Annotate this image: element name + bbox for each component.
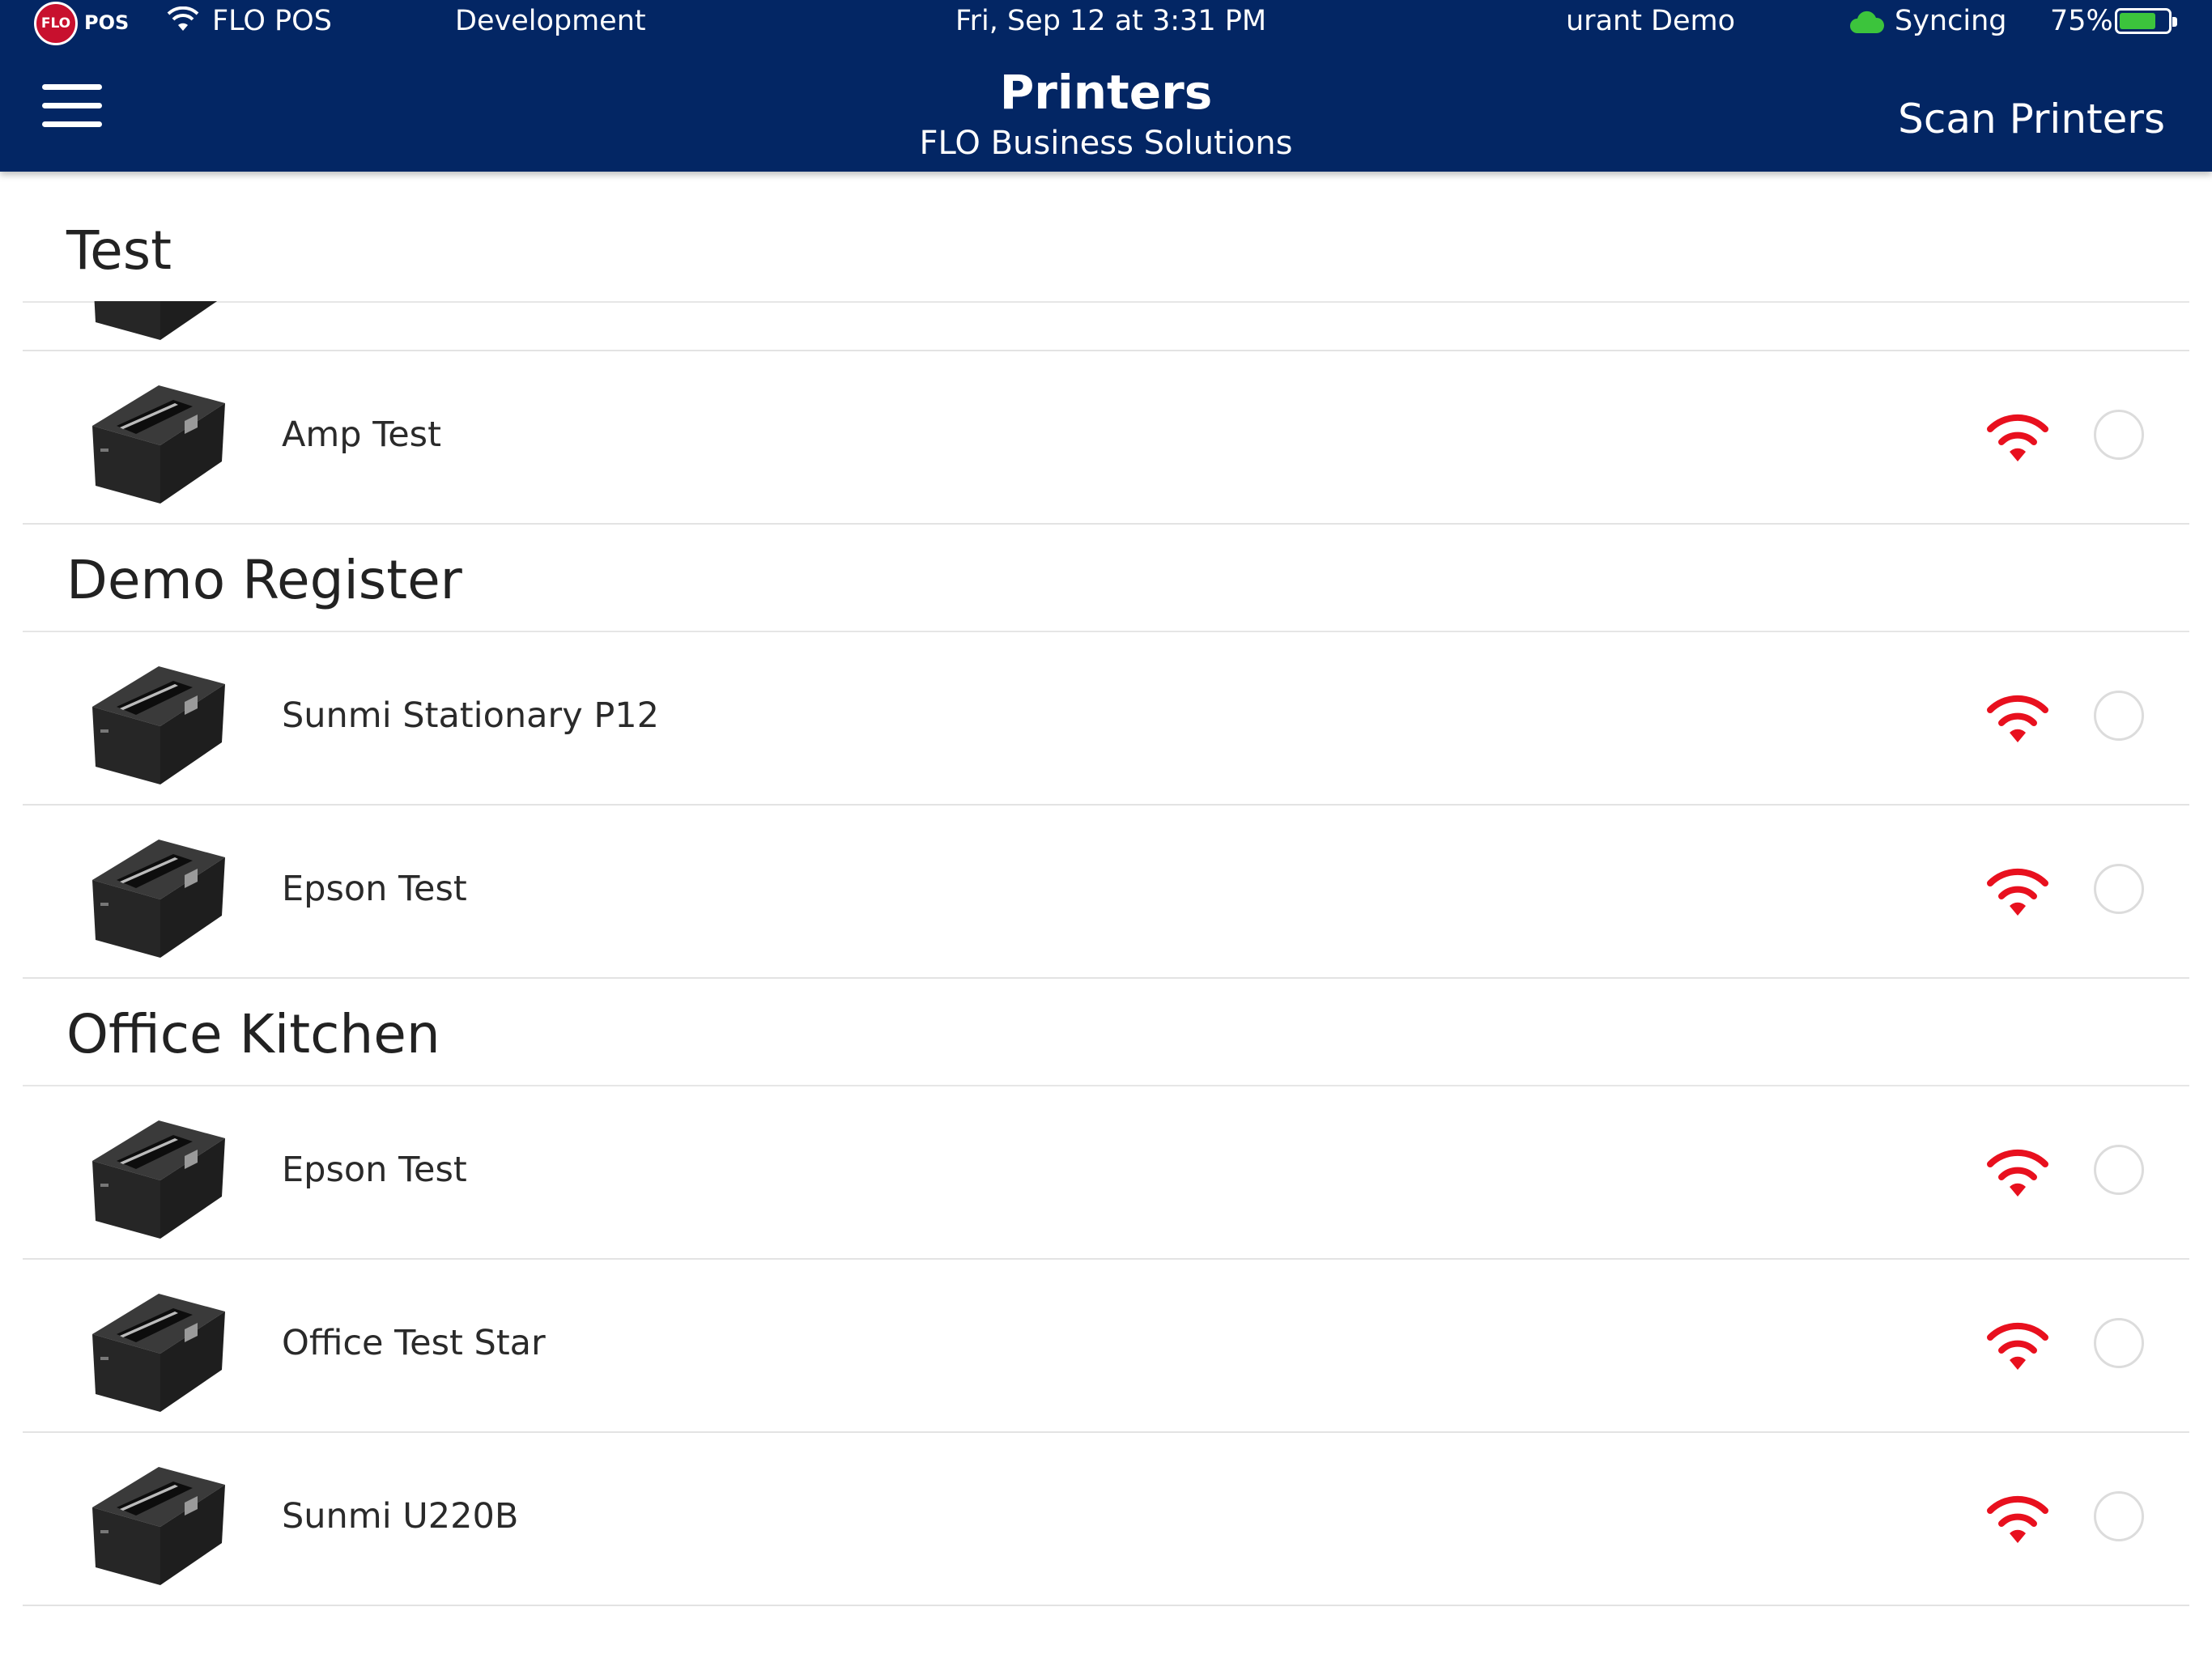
receipt-printer-icon (87, 822, 233, 959)
printer-name: Sunmi Stationary P12 (282, 695, 659, 736)
select-printer-radio[interactable] (2094, 1145, 2144, 1195)
battery-nub (2172, 17, 2177, 27)
wifi-icon (1985, 865, 2050, 917)
select-printer-radio[interactable] (2094, 691, 2144, 741)
printer-row[interactable]: Sunmi Stationary P12 (23, 631, 2189, 806)
wifi-icon (1985, 411, 2050, 463)
battery-icon (2115, 8, 2177, 34)
section-header: Office Kitchen (23, 977, 2189, 1086)
section-title: Office Kitchen (66, 1003, 440, 1065)
select-printer-radio[interactable] (2094, 1318, 2144, 1368)
status-environment: Development (455, 5, 646, 37)
select-printer-radio[interactable] (2094, 410, 2144, 460)
section-header: Demo Register (23, 523, 2189, 632)
receipt-printer-icon (87, 1103, 233, 1240)
page-subtitle: FLO Business Solutions (919, 125, 1293, 162)
printer-row[interactable]: Sunmi U220B (23, 1431, 2189, 1606)
scan-printers-button[interactable]: Scan Printers (1898, 96, 2165, 142)
printer-name: Office Test Star (282, 1323, 546, 1363)
section-title: Test (66, 219, 172, 282)
receipt-printer-icon (87, 648, 233, 786)
status-restaurant: urant Demo (1566, 5, 1736, 37)
status-battery-text: 75% (2050, 5, 2113, 37)
status-sync: Syncing (1895, 5, 2007, 37)
section-header: Test (23, 172, 2189, 303)
status-bar: FLO POS FLO POS Development Fri, Sep 12 … (0, 0, 2212, 45)
status-datetime: Fri, Sep 12 at 3:31 PM (955, 5, 1267, 37)
printer-name: Sunmi U220B (282, 1496, 519, 1537)
section-title: Demo Register (66, 549, 462, 611)
receipt-printer-icon (87, 1449, 233, 1587)
printer-row[interactable]: Amp Test (23, 350, 2189, 525)
page-title: Printers (999, 65, 1213, 120)
status-wifi-icon (167, 6, 199, 40)
receipt-printer-icon (87, 1276, 233, 1414)
select-printer-radio[interactable] (2094, 1491, 2144, 1541)
cloud-icon (1849, 10, 1885, 42)
top-bar: FLO POS FLO POS Development Fri, Sep 12 … (0, 0, 2212, 172)
battery-fill (2120, 13, 2155, 29)
printer-row[interactable] (23, 301, 2189, 351)
app-logo-suffix: POS (84, 11, 130, 34)
printer-row[interactable]: Epson Test (23, 804, 2189, 979)
printer-name: Epson Test (282, 869, 467, 909)
wifi-icon (1985, 1146, 2050, 1198)
wifi-icon (1985, 692, 2050, 744)
wifi-icon (1985, 1320, 2050, 1371)
printer-name: Amp Test (282, 414, 441, 455)
receipt-printer-icon (87, 368, 233, 505)
printer-name: Epson Test (282, 1150, 467, 1190)
status-network-name: FLO POS (212, 5, 332, 37)
app-logo: FLO (34, 2, 78, 45)
printer-row[interactable]: Office Test Star (23, 1258, 2189, 1433)
receipt-printer-icon (87, 301, 233, 342)
wifi-icon (1985, 1493, 2050, 1545)
select-printer-radio[interactable] (2094, 864, 2144, 914)
printer-row[interactable]: Epson Test (23, 1085, 2189, 1260)
